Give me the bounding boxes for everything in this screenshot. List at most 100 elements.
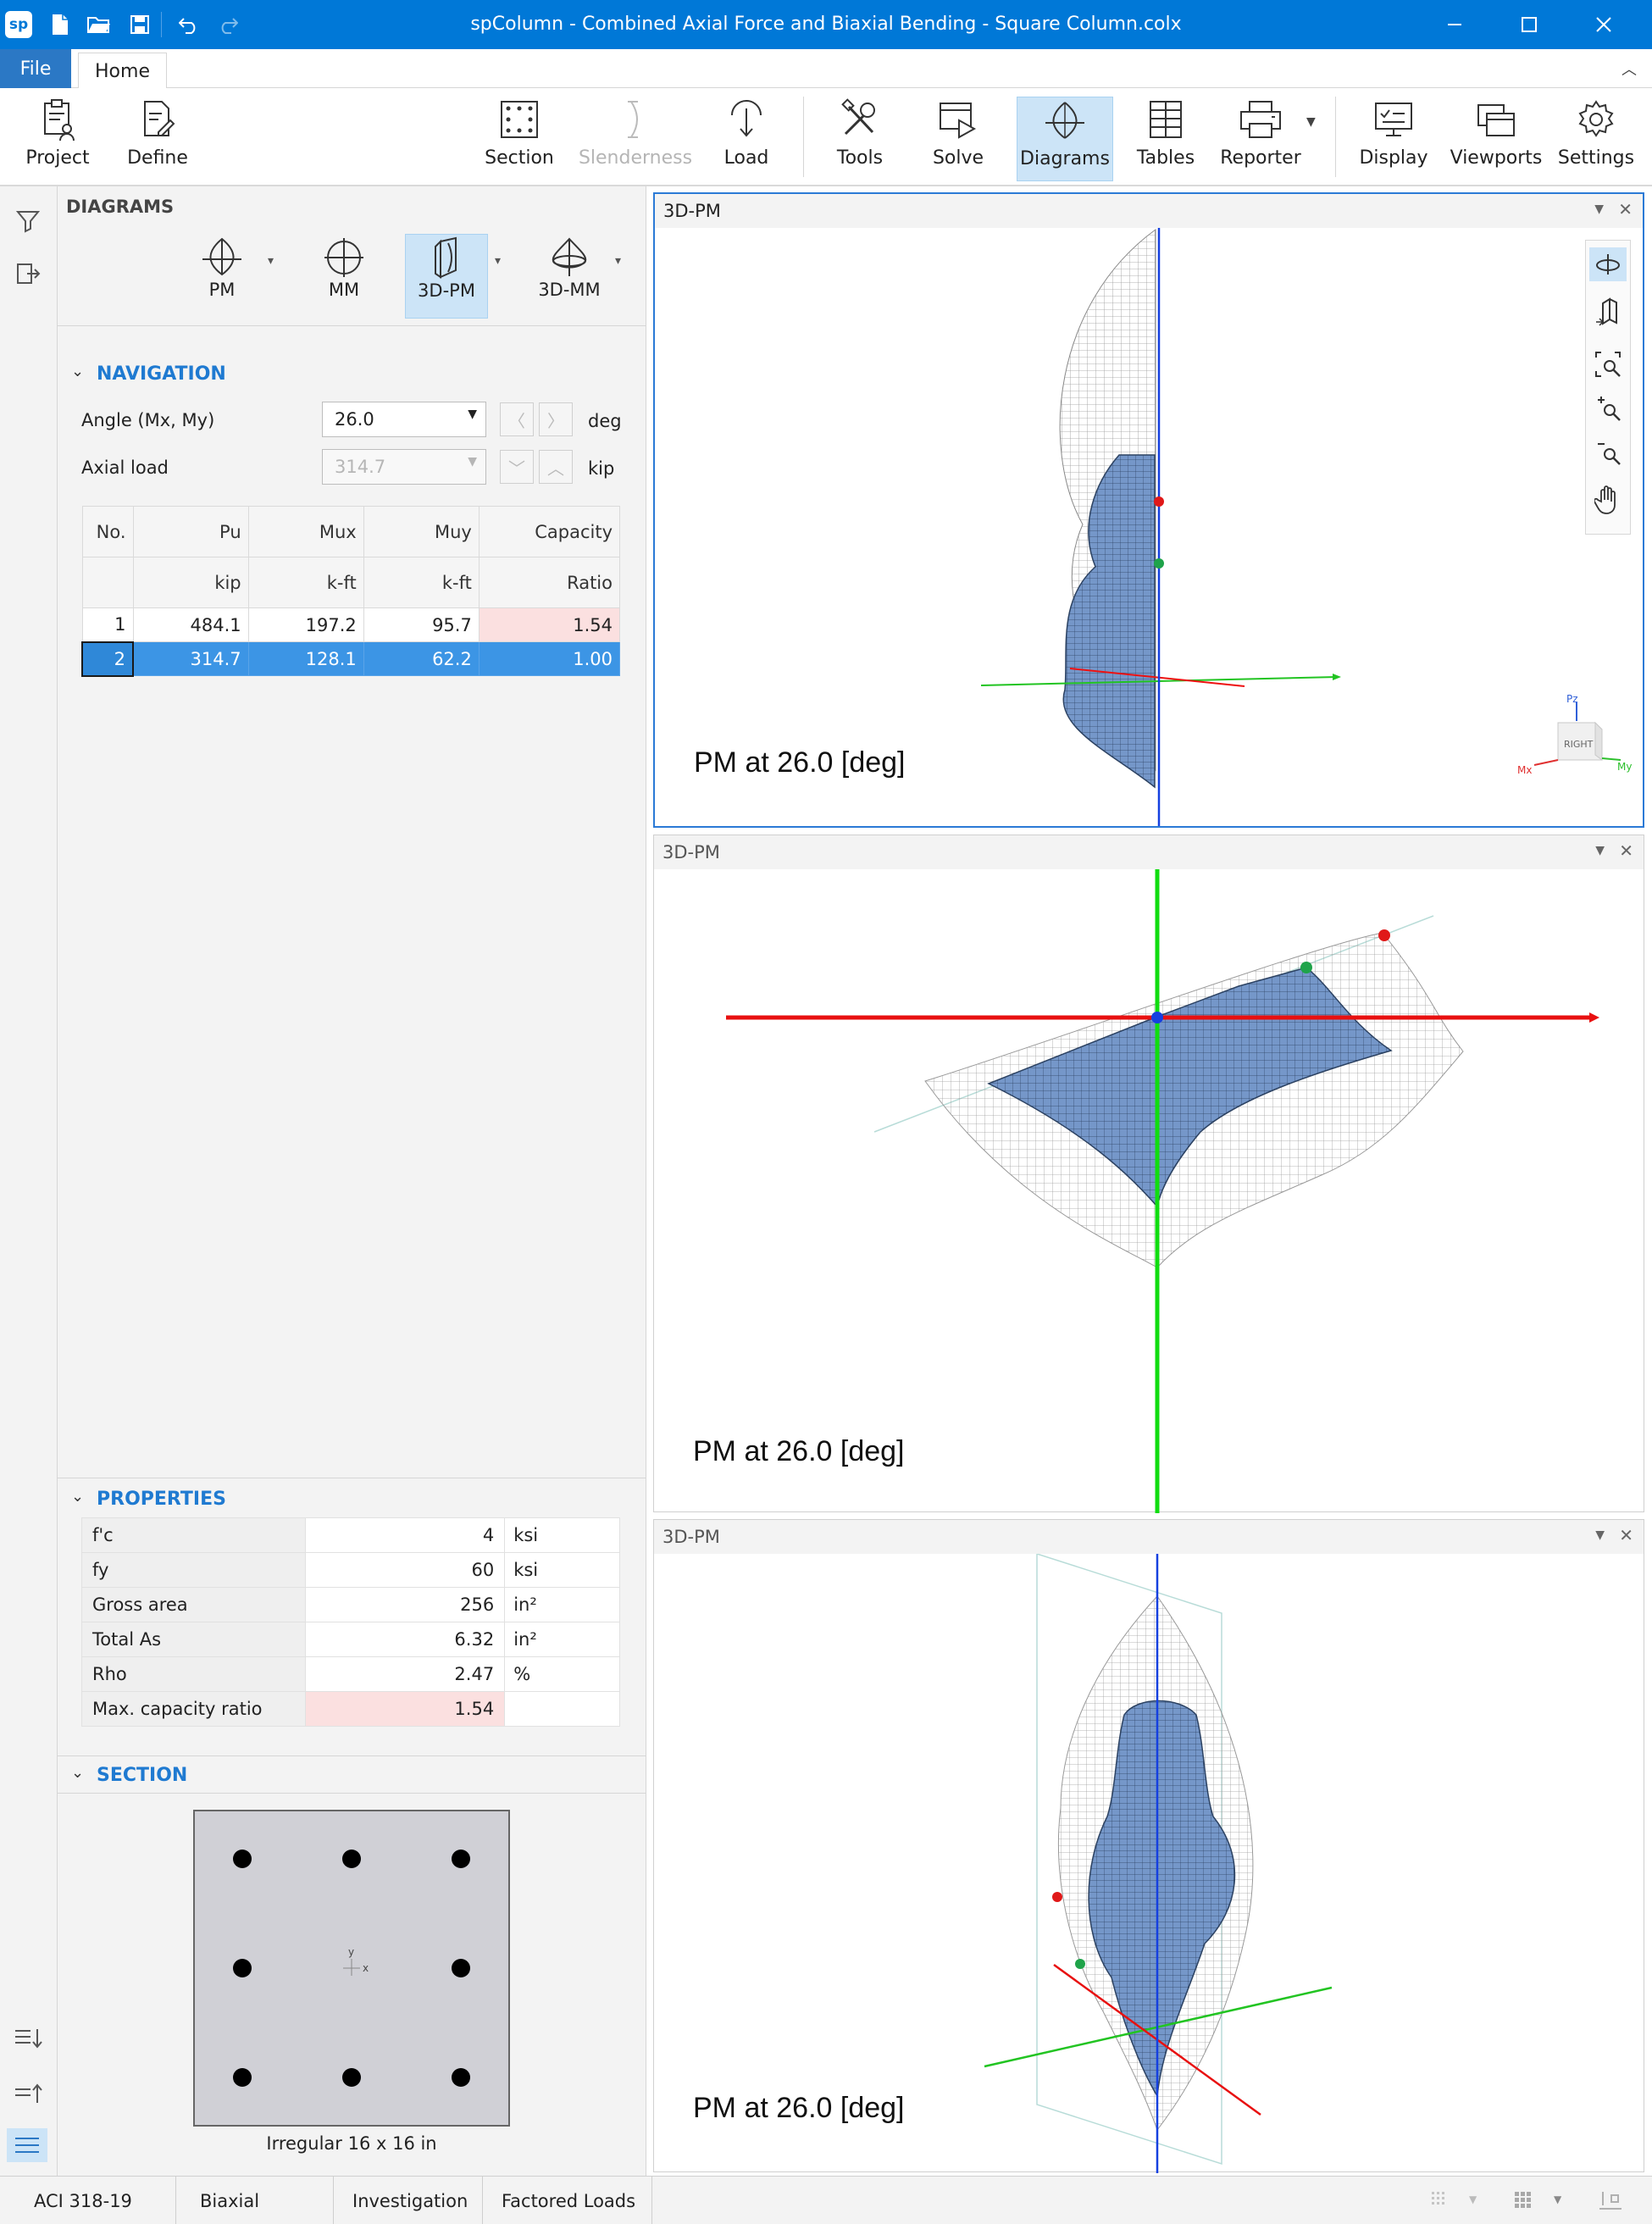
table-units-row: kip k-ft k-ft Ratio xyxy=(81,557,621,608)
navigation-cube[interactable]: Pz RIGHT Mx My xyxy=(1517,692,1636,785)
prev-load-button[interactable]: ﹀ xyxy=(500,450,534,484)
properties-header[interactable]: PROPERTIES xyxy=(97,1489,226,1510)
slenderness-button[interactable]: Slenderness xyxy=(579,97,692,181)
viewport-menu-icon[interactable]: ▼ xyxy=(1595,1528,1605,1542)
3d-pm-surface-view xyxy=(980,228,1341,826)
status-loads: Factored Loads xyxy=(483,2177,652,2224)
viewport-caption: PM at 26.0 [deg] xyxy=(694,746,906,779)
reporter-button[interactable]: Reporter xyxy=(1217,97,1305,181)
ribbon-separator xyxy=(1335,97,1336,177)
3d-pm-dropdown-icon[interactable]: ▾ xyxy=(495,254,501,268)
viewport-close-icon[interactable]: ✕ xyxy=(1619,840,1633,861)
zoom-extents-icon[interactable] xyxy=(1594,351,1622,381)
navigation-collapse-icon[interactable]: ⌄ xyxy=(71,363,84,380)
load-button[interactable]: Load xyxy=(710,97,783,181)
divider xyxy=(58,1755,646,1756)
viewport-title: 3D-PM xyxy=(654,1520,1644,1554)
display-button[interactable]: Display xyxy=(1354,97,1433,181)
viewport-3[interactable]: 3D-PM ▼ ✕ PM at 26.0 [deg] xyxy=(653,1519,1644,2173)
pan-hand-icon[interactable] xyxy=(1593,485,1622,519)
collapse-ribbon-icon[interactable]: ︿ xyxy=(1622,58,1637,80)
axial-load-select[interactable]: 314.7 ▼ xyxy=(322,449,486,485)
viewport-2[interactable]: 3D-PM ▼ ✕ PM at 26.0 [deg] xyxy=(653,835,1644,1513)
next-load-button[interactable]: ︿ xyxy=(539,450,573,484)
3d-pm-diagram-button[interactable]: 3D-PM xyxy=(405,234,488,319)
mm-diagram-icon xyxy=(324,238,363,277)
viewport-menu-icon[interactable]: ▼ xyxy=(1595,844,1605,857)
chevron-down-icon[interactable]: ▼ xyxy=(1469,2193,1477,2205)
solve-button[interactable]: Solve xyxy=(922,97,995,181)
section-header[interactable]: SECTION xyxy=(97,1765,187,1786)
filter-icon[interactable] xyxy=(15,208,41,237)
tables-button[interactable]: Tables xyxy=(1127,97,1205,181)
next-angle-button[interactable]: 〉 xyxy=(539,402,573,436)
menu-icon[interactable] xyxy=(7,2128,47,2162)
prev-angle-button[interactable]: 〈 xyxy=(500,402,534,436)
3d-mm-dropdown-icon[interactable]: ▾ xyxy=(615,254,621,268)
unit-capacity: Ratio xyxy=(478,557,621,608)
diagrams-button[interactable]: Diagrams xyxy=(1017,97,1113,181)
header-no: No. xyxy=(81,506,134,557)
project-button[interactable]: Project xyxy=(19,97,97,181)
angle-select[interactable]: 26.0 ▼ xyxy=(322,402,486,437)
chevron-down-icon[interactable]: ▼ xyxy=(1554,2193,1561,2205)
grid-small-icon[interactable] xyxy=(1430,2190,1454,2214)
tools-button[interactable]: Tools xyxy=(822,97,898,181)
viewport-menu-icon[interactable]: ▼ xyxy=(1594,202,1604,216)
axis-my-label: My xyxy=(1617,761,1632,773)
zoom-out-icon[interactable] xyxy=(1594,439,1622,469)
sort-up-icon[interactable] xyxy=(14,2081,42,2108)
close-icon[interactable] xyxy=(1567,0,1640,49)
viewport-close-icon[interactable]: ✕ xyxy=(1618,199,1633,219)
zoom-in-icon[interactable] xyxy=(1594,395,1622,425)
unit-muy: k-ft xyxy=(363,557,480,608)
sort-down-icon[interactable] xyxy=(14,2027,42,2054)
settings-button[interactable]: Settings xyxy=(1554,97,1638,181)
tab-file[interactable]: File xyxy=(0,49,71,88)
table-icon xyxy=(1150,101,1182,138)
viewport-caption: PM at 26.0 [deg] xyxy=(693,1435,905,1467)
header-mux: Mux xyxy=(247,506,364,557)
viewports-icon xyxy=(1477,104,1515,136)
properties-collapse-icon[interactable]: ⌄ xyxy=(71,1488,84,1506)
viewport-1[interactable]: 3D-PM ▼ ✕ PM at 26.0 [deg] Pz RIGHT Mx M… xyxy=(653,192,1644,828)
tab-home[interactable]: Home xyxy=(78,53,167,89)
3d-pm-surface-view xyxy=(984,1554,1333,2173)
table-row[interactable]: 1 484.1 197.2 95.7 1.54 xyxy=(81,607,621,642)
load-arrow-icon xyxy=(731,100,762,137)
side-toolbar xyxy=(0,186,58,2176)
export-icon[interactable] xyxy=(15,261,41,290)
property-row: Max. capacity ratio 1.54 xyxy=(81,1691,620,1727)
pm-diagram-button[interactable]: PM xyxy=(191,234,252,319)
solve-play-icon xyxy=(940,103,977,139)
3d-mm-diagram-button[interactable]: 3D-MM xyxy=(530,234,608,319)
pm-dropdown-icon[interactable]: ▾ xyxy=(268,254,274,268)
viewport-close-icon[interactable]: ✕ xyxy=(1619,1525,1633,1545)
header-muy: Muy xyxy=(363,506,480,557)
minimize-icon[interactable] xyxy=(1418,0,1491,49)
view-toolbar xyxy=(1585,240,1631,535)
section-caption: Irregular 16 x 16 in xyxy=(266,2133,437,2154)
maximize-icon[interactable] xyxy=(1493,0,1566,49)
panel-title: DIAGRAMS xyxy=(66,197,175,217)
3d-mm-diagram-icon xyxy=(552,237,587,276)
define-button[interactable]: Define xyxy=(117,97,198,181)
grid-large-icon[interactable] xyxy=(1513,2190,1537,2214)
section-collapse-icon[interactable]: ⌄ xyxy=(71,1764,84,1782)
navigation-header[interactable]: NAVIGATION xyxy=(97,363,226,385)
reporter-dropdown-icon[interactable]: ▼ xyxy=(1306,115,1316,129)
mm-diagram-button[interactable]: MM xyxy=(313,234,374,319)
unit-pu: kip xyxy=(132,557,249,608)
table-row-selected[interactable]: 2 314.7 128.1 62.2 1.00 xyxy=(80,641,621,677)
snap-icon[interactable] xyxy=(1596,2188,1625,2216)
section-button[interactable]: Section xyxy=(481,97,557,181)
viewports-button[interactable]: Viewports xyxy=(1450,97,1542,181)
axis-y-label: y xyxy=(348,1946,354,1958)
pan-3d-icon[interactable] xyxy=(1594,297,1622,330)
angle-label: Angle (Mx, My) xyxy=(81,410,215,430)
property-row: Total As 6.32 in² xyxy=(81,1622,620,1657)
axis-x-label: x xyxy=(363,1962,369,1974)
viewport-title: 3D-PM xyxy=(655,194,1643,228)
clipboard-person-icon xyxy=(44,99,75,141)
rotate-icon[interactable] xyxy=(1589,247,1627,281)
